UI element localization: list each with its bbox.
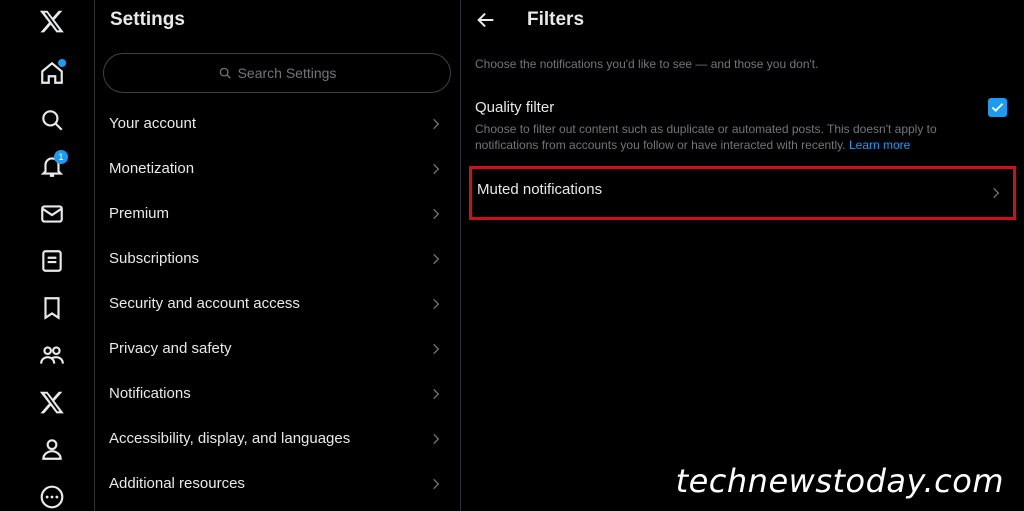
settings-item-accessibility[interactable]: Accessibility, display, and languages bbox=[95, 416, 461, 461]
home-icon[interactable] bbox=[36, 57, 68, 89]
menu-item-label: Notifications bbox=[109, 385, 191, 402]
chevron-right-icon bbox=[433, 208, 440, 219]
chevron-right-icon bbox=[433, 478, 440, 489]
notifications-badge: 1 bbox=[54, 150, 68, 164]
menu-item-label: Premium bbox=[109, 205, 170, 222]
profile-icon[interactable] bbox=[36, 433, 68, 465]
chevron-right-icon bbox=[433, 433, 440, 444]
muted-notifications-label: Muted notifications bbox=[477, 181, 603, 198]
icon-rail: 1 bbox=[0, 0, 95, 511]
filters-panel: Filters Choose the notifications you'd l… bbox=[461, 0, 1024, 511]
menu-item-label: Monetization bbox=[109, 160, 195, 177]
chevron-right-icon bbox=[433, 163, 440, 174]
search-placeholder: Search Settings bbox=[237, 65, 337, 81]
communities-icon[interactable] bbox=[36, 339, 68, 371]
settings-item-monetization[interactable]: Monetization bbox=[95, 146, 461, 191]
quality-filter-checkbox[interactable] bbox=[988, 98, 1007, 117]
notifications-icon[interactable]: 1 bbox=[36, 150, 68, 182]
new-posts-dot bbox=[58, 59, 66, 67]
menu-item-label: Your account bbox=[109, 115, 197, 132]
lists-icon[interactable] bbox=[36, 245, 68, 277]
more-icon[interactable] bbox=[36, 481, 68, 511]
menu-item-label: Additional resources bbox=[109, 475, 245, 492]
menu-item-label: Security and account access bbox=[109, 295, 300, 312]
search-settings-input[interactable]: Search Settings bbox=[103, 53, 451, 93]
checkmark-icon bbox=[991, 103, 1004, 112]
settings-item-additional-resources[interactable]: Additional resources bbox=[95, 461, 461, 506]
watermark: technewstoday.com bbox=[675, 462, 1004, 500]
chevron-right-icon bbox=[433, 343, 440, 354]
bookmarks-icon[interactable] bbox=[36, 292, 68, 324]
quality-filter-label: Quality filter bbox=[475, 99, 555, 116]
chevron-right-icon bbox=[433, 388, 440, 399]
search-icon[interactable] bbox=[36, 104, 68, 136]
chevron-right-icon bbox=[433, 298, 440, 309]
search-icon bbox=[219, 67, 231, 79]
filters-intro: Choose the notifications you'd like to s… bbox=[475, 57, 819, 71]
chevron-right-icon bbox=[993, 187, 1000, 199]
quality-filter-description: Choose to filter out content such as dup… bbox=[475, 121, 975, 153]
menu-item-label: Subscriptions bbox=[109, 250, 200, 267]
settings-panel: Settings Search Settings Your account Mo… bbox=[95, 0, 461, 511]
settings-title: Settings bbox=[110, 9, 185, 30]
menu-item-label: Privacy and safety bbox=[109, 340, 232, 357]
settings-item-your-account[interactable]: Your account bbox=[95, 101, 461, 146]
settings-item-notifications[interactable]: Notifications bbox=[95, 371, 461, 416]
messages-icon[interactable] bbox=[36, 198, 68, 230]
menu-item-label: Accessibility, display, and languages bbox=[109, 430, 351, 447]
filters-title: Filters bbox=[527, 9, 585, 30]
x-logo-icon[interactable] bbox=[36, 5, 68, 37]
premium-x-icon[interactable] bbox=[36, 386, 68, 418]
settings-item-privacy[interactable]: Privacy and safety bbox=[95, 326, 461, 371]
chevron-right-icon bbox=[433, 253, 440, 264]
back-arrow-icon[interactable] bbox=[475, 9, 497, 31]
settings-item-subscriptions[interactable]: Subscriptions bbox=[95, 236, 461, 281]
settings-item-security[interactable]: Security and account access bbox=[95, 281, 461, 326]
chevron-right-icon bbox=[433, 118, 440, 129]
settings-item-premium[interactable]: Premium bbox=[95, 191, 461, 236]
muted-notifications-row[interactable]: Muted notifications bbox=[469, 166, 1016, 220]
learn-more-link[interactable]: Learn more bbox=[849, 138, 910, 152]
